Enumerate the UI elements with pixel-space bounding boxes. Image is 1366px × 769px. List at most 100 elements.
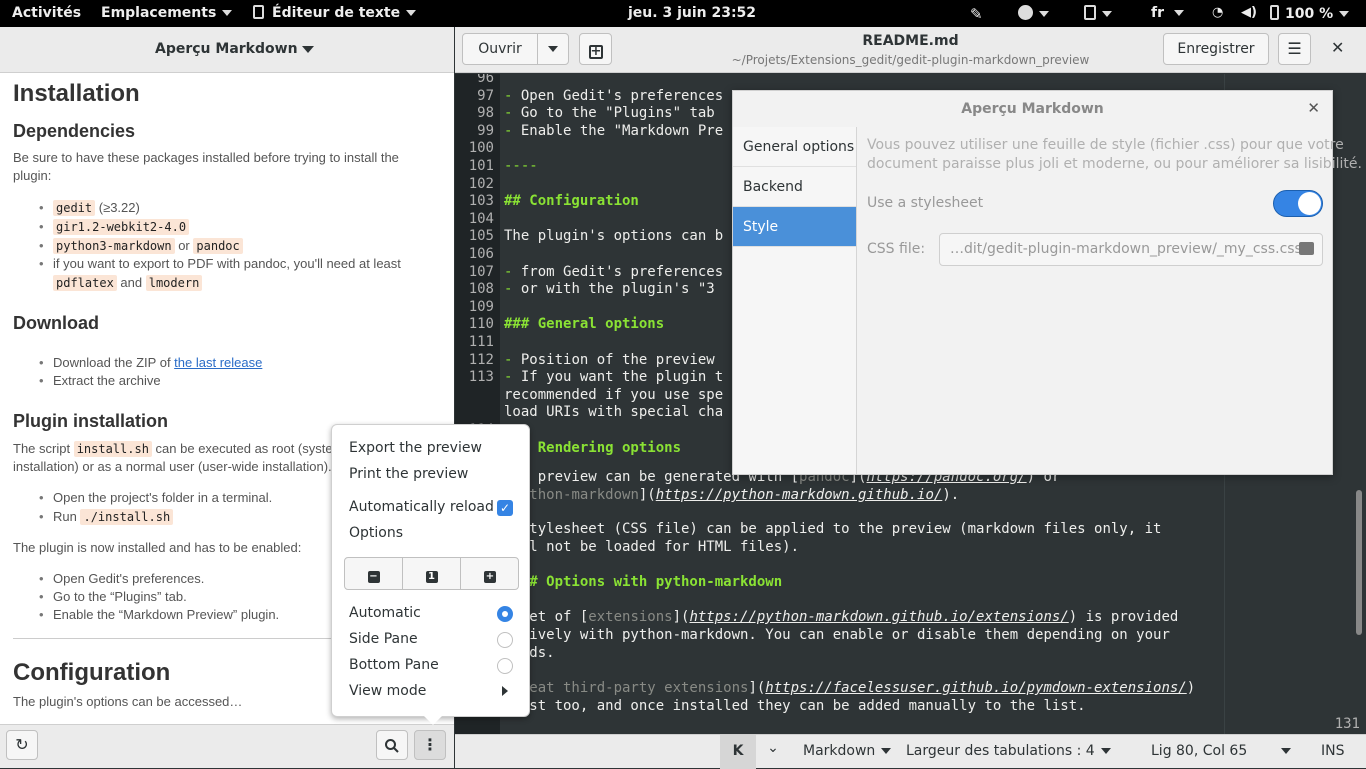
close-icon: ✕	[1331, 38, 1345, 57]
insert-mode[interactable]: INS	[1321, 743, 1345, 759]
line-number: 101	[468, 158, 494, 174]
position-side-pane-item[interactable]: Side Pane	[349, 631, 418, 647]
list-item-text: and	[116, 275, 146, 290]
scrollbar-thumb[interactable]	[1356, 490, 1362, 635]
list-item: Download the ZIP of the last release	[39, 355, 262, 370]
code-line-heading: #### Options with python-markdown	[504, 574, 783, 590]
line-number: 113	[468, 369, 494, 386]
close-icon: ✕	[1307, 99, 1320, 117]
code-line: load URIs with special cha	[504, 404, 724, 421]
use-stylesheet-label: Use a stylesheet	[867, 195, 984, 211]
code-text: ) is provided	[1068, 609, 1179, 625]
list-item: gir1.2-webkit2-4.0	[39, 219, 190, 235]
clipboard-icon	[1084, 5, 1096, 20]
options-item[interactable]: Options	[349, 525, 403, 541]
clipboard-menu[interactable]	[1084, 5, 1112, 22]
link-text: extensions	[588, 609, 673, 625]
auto-reload-checkbox[interactable]: ✓	[497, 500, 513, 516]
pencil-icon[interactable]: ✎	[970, 5, 983, 23]
auto-reload-item[interactable]: Automatically reload	[349, 499, 494, 515]
language-selector[interactable]: Markdown	[803, 743, 892, 759]
system-menu[interactable]: 100 %	[1270, 5, 1350, 22]
list-item-text: (≥3.22)	[95, 200, 140, 215]
position-automatic-radio[interactable]	[497, 606, 513, 622]
link-url: https://python-markdown.github.io/	[655, 487, 943, 503]
emoji-icon	[1018, 5, 1033, 20]
clock[interactable]: jeu. 3 juin 23:52	[628, 5, 756, 21]
code-text: from Gedit's preferences	[512, 263, 724, 280]
chevron-down-icon[interactable]	[302, 46, 314, 53]
code-text: )	[1186, 680, 1196, 696]
code-line: - Open Gedit's preferences	[504, 88, 723, 104]
code-line: - If you want the plugin t	[504, 369, 723, 385]
sidebar-item-style[interactable]: Style	[733, 207, 856, 247]
dialog-close-button[interactable]: ✕	[1307, 99, 1320, 117]
save-button[interactable]: Enregistrer	[1163, 33, 1269, 65]
reload-button[interactable]: ↻	[6, 730, 38, 760]
chevron-down-icon	[1100, 748, 1111, 754]
zoom-reset-button[interactable]: 1	[403, 558, 461, 589]
chevron-down-icon	[222, 10, 233, 16]
line-number: 103	[468, 193, 494, 210]
sidebar-item-backend[interactable]: Backend	[733, 167, 856, 207]
line-number: 110	[468, 316, 494, 333]
code-line: [Great third-party extensions](https://f…	[504, 680, 1195, 696]
zoom-out-button[interactable]: −	[345, 558, 403, 589]
keyboard-layout-menu[interactable]: fr	[1151, 5, 1184, 21]
export-preview-item[interactable]: Export the preview	[349, 440, 482, 456]
position-automatic-item[interactable]: Automatic	[349, 605, 421, 621]
activities-button[interactable]: Activités	[12, 5, 81, 21]
code-line: recommended if you use spe	[504, 386, 724, 403]
line-number: 107	[468, 263, 494, 280]
code-text: or with the plugin's "3	[512, 281, 715, 298]
position-side-pane-radio[interactable]	[497, 632, 513, 648]
top-bar: Activités Emplacements Éditeur de texte …	[0, 0, 1366, 27]
search-button[interactable]	[376, 730, 408, 760]
sidebar-item-general-options[interactable]: General options	[733, 127, 856, 167]
code-text: Open Gedit's preferences	[512, 87, 724, 104]
position-bottom-pane-radio[interactable]	[497, 658, 513, 674]
cursor-position-label: Lig 80, Col 65	[1151, 743, 1248, 759]
zoom-in-icon: +	[484, 571, 496, 583]
inline-code: python3-markdown	[53, 238, 175, 254]
link-text: [Great third-party extensions	[504, 680, 749, 696]
code-line: ### General options	[504, 316, 665, 333]
close-window-button[interactable]: ✕	[1331, 38, 1344, 57]
link-text: python-markdown	[512, 487, 639, 503]
preview-panel-title[interactable]: Aperçu Markdown	[155, 41, 298, 57]
text-editor-icon	[253, 5, 264, 19]
link-url: https://facelessuser.github.io/pymdown-e…	[765, 680, 1187, 696]
line-number: 105	[468, 228, 494, 245]
list-item: python3-markdown or pandoc	[39, 238, 243, 254]
dialog-sidebar: General options Backend Style	[733, 127, 857, 474]
paragraph-text: can be executed as root (syste	[151, 441, 333, 456]
list-item: gedit (≥3.22)	[39, 200, 140, 216]
code-line: - Position of the preview	[504, 352, 715, 368]
tab-width-selector[interactable]: Largeur des tabulations : 4	[906, 743, 1111, 759]
inline-code: pdflatex	[53, 275, 117, 291]
line-number: 97	[477, 87, 494, 104]
view-mode-item[interactable]: View mode	[349, 683, 426, 699]
app-menu[interactable]: Éditeur de texte	[253, 5, 417, 21]
first-line-button[interactable]: K	[720, 735, 756, 769]
volume-icon[interactable]: ◀)	[1241, 5, 1257, 20]
css-file-chooser[interactable]: …dit/gedit-plugin-markdown_preview/_my_c…	[939, 233, 1323, 266]
editor-scrollbar[interactable]	[1356, 80, 1362, 732]
hamburger-menu-button[interactable]: ☰	[1278, 33, 1311, 65]
position-bottom-pane-item[interactable]: Bottom Pane	[349, 657, 439, 673]
last-release-link[interactable]: the last release	[174, 355, 262, 370]
language-label: Markdown	[803, 743, 876, 759]
zoom-in-button[interactable]: +	[461, 558, 519, 589]
places-menu[interactable]: Emplacements	[101, 5, 233, 21]
emoji-menu[interactable]	[1018, 5, 1049, 22]
use-stylesheet-switch[interactable]	[1273, 190, 1323, 217]
last-line-button[interactable]: ⌄	[760, 740, 786, 756]
cursor-position[interactable]: Lig 80, Col 65	[1151, 743, 1292, 759]
print-preview-item[interactable]: Print the preview	[349, 466, 468, 482]
more-vertical-icon: ⋮	[422, 735, 438, 754]
wifi-icon[interactable]: ◔	[1212, 5, 1223, 20]
preview-panel-footer: ↻ ⋮	[0, 724, 454, 768]
code-line: will not be loaded for HTML files).	[504, 539, 800, 555]
zoom-reset-icon: 1	[425, 571, 438, 583]
preview-menu-button[interactable]: ⋮	[414, 730, 446, 760]
